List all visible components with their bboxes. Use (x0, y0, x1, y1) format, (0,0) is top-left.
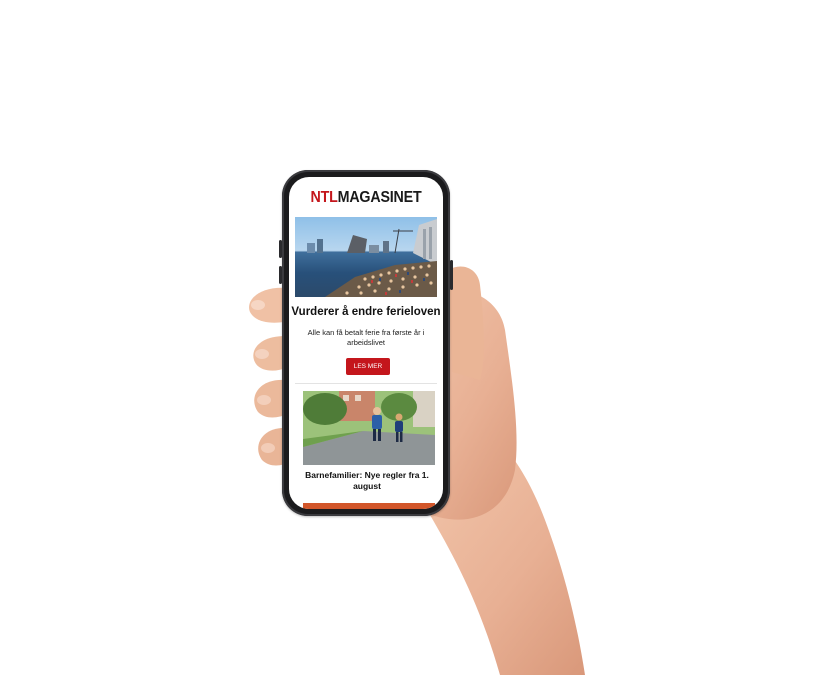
thumb-overlay (0, 0, 825, 675)
product-mockup-scene: NTLMAGASINET Vurderer å endre ferieloven… (0, 0, 825, 675)
